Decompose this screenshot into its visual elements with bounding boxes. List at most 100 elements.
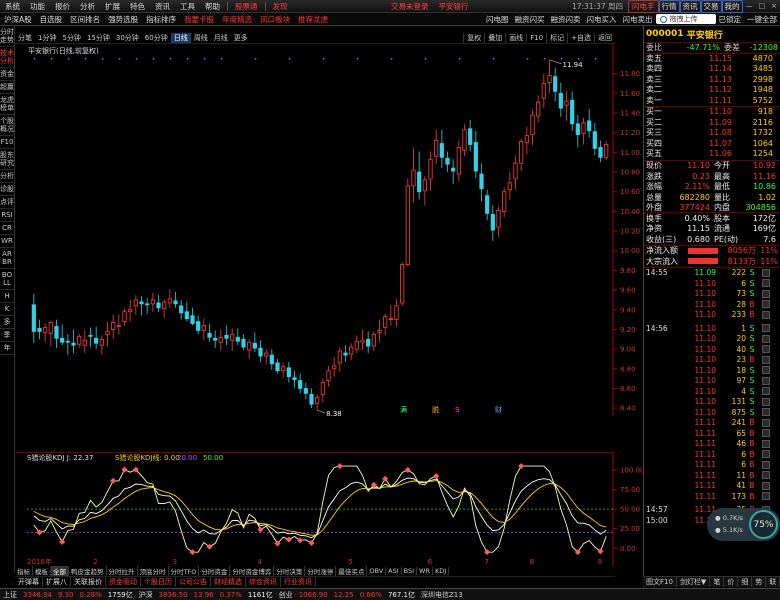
sells-row-3[interactable]: 卖二 11.12 1948: [644, 85, 780, 96]
indicator-tab-12[interactable]: OBV: [367, 567, 387, 575]
buys-row-4[interactable]: 买五 11.06 1254: [644, 149, 780, 160]
quote-tab-3[interactable]: 价: [724, 577, 739, 587]
nav-range-rank[interactable]: 区间排名: [66, 14, 104, 25]
quote-tab-4[interactable]: 细: [738, 577, 753, 587]
menu-news[interactable]: 资讯: [150, 1, 175, 12]
period-tab-4[interactable]: 30分钟: [113, 33, 142, 43]
menu-feature[interactable]: 特色: [125, 1, 150, 12]
menu-extend[interactable]: 扩展: [100, 1, 125, 12]
info-tab-4[interactable]: 个股日历: [141, 577, 176, 587]
nav-watchlist[interactable]: 自选股: [36, 14, 67, 25]
left-tab-2[interactable]: 资金: [0, 68, 14, 81]
indicator-tab-3[interactable]: 鸭皮金趋势: [69, 566, 107, 576]
toolbar-right-1[interactable]: 叠加: [484, 33, 505, 43]
sells-row-1[interactable]: 卖四 11.14 3485: [644, 64, 780, 75]
toolbar-right-5[interactable]: +自选: [567, 33, 594, 43]
tab-trade[interactable]: 交易: [700, 0, 722, 13]
indicator-tab-7[interactable]: 分时资金: [199, 566, 231, 576]
nav-indicator-sort[interactable]: 指标排序: [142, 14, 180, 25]
sells-row-0[interactable]: 卖五 11.15 4870: [644, 54, 780, 65]
indicator-tab-0[interactable]: 指标: [15, 566, 33, 576]
sells-row-2[interactable]: 卖三 11.13 2998: [644, 75, 780, 86]
nav-flash-buy[interactable]: 闪电买入: [584, 14, 620, 25]
period-tab-5[interactable]: 60分钟: [142, 33, 171, 43]
left-tab-12[interactable]: CR: [0, 222, 14, 235]
left-tab-4[interactable]: 龙虎榜单: [0, 94, 14, 115]
close-icon[interactable]: ×: [768, 2, 780, 10]
nav-flash-chart[interactable]: 闪电图: [483, 14, 512, 25]
indicator-tab-10[interactable]: 分时涨停: [305, 566, 337, 576]
indicator-tab-1[interactable]: 模板: [33, 566, 51, 576]
toolbar-right-4[interactable]: 标记: [546, 33, 567, 43]
info-tab-5[interactable]: 公司公告: [176, 577, 211, 587]
maximize-icon[interactable]: □: [756, 2, 769, 10]
left-tab-8[interactable]: 分析: [0, 170, 14, 183]
buys-row-1[interactable]: 买二 11.09 2116: [644, 118, 780, 129]
nav-locked[interactable]: 已锁定: [716, 14, 745, 25]
info-tab-0[interactable]: 开弹幕: [15, 577, 43, 587]
nav-hot-2[interactable]: 年度精选: [218, 14, 256, 25]
nav-one-key[interactable]: 一键全部: [744, 14, 780, 25]
left-tab-15[interactable]: BOLL: [0, 269, 14, 290]
left-tab-17[interactable]: K: [0, 303, 14, 316]
indicator-tab-9[interactable]: 分时决策: [274, 566, 306, 576]
info-tab-1[interactable]: 扩展八: [43, 577, 71, 587]
quote-tab-6[interactable]: 联: [766, 577, 780, 587]
flash-hand-button[interactable]: 闪电手: [628, 0, 659, 13]
quote-tab-2[interactable]: 笔: [710, 577, 725, 587]
nav-hot-3[interactable]: 风口板块: [256, 14, 294, 25]
menu-system[interactable]: 系统: [0, 1, 25, 12]
nav-margin-sell[interactable]: 融资闪卖: [548, 14, 584, 25]
info-tab-3[interactable]: 资金驱动: [106, 577, 141, 587]
menu-stock-pass[interactable]: 股票通: [230, 1, 263, 12]
left-tab-13[interactable]: WR: [0, 235, 14, 248]
indicator-tab-5[interactable]: 顶底分时: [138, 566, 169, 576]
nav-hot-4[interactable]: 推荐龙虎: [294, 14, 332, 25]
quote-tab-5[interactable]: 势: [752, 577, 767, 587]
menu-quote[interactable]: 报价: [50, 1, 75, 12]
left-tab-9[interactable]: 诊股: [0, 183, 14, 196]
indicator-tab-16[interactable]: KDJ: [433, 567, 450, 575]
tick-list[interactable]: 14:55 11.09 222 S 11.10 6 S 11.10 73 S 11.10 28 B 11.…: [644, 266, 780, 526]
left-tab-6[interactable]: F10: [0, 136, 14, 149]
trade-login-status[interactable]: 交易未登录: [386, 1, 434, 12]
left-tab-7[interactable]: 股东研究: [0, 149, 14, 170]
indicator-tab-2[interactable]: 全部: [51, 566, 69, 576]
menu-help[interactable]: 帮助: [200, 1, 225, 12]
left-tab-11[interactable]: RSI: [0, 209, 14, 222]
info-tab-8[interactable]: 行业资讯: [281, 577, 316, 587]
toolbar-right-2[interactable]: 画线: [505, 33, 526, 43]
period-tab-9[interactable]: 更多: [231, 33, 251, 43]
server-name[interactable]: 深圳电信Z13: [418, 590, 466, 600]
left-tab-18[interactable]: 多: [0, 316, 14, 329]
minimize-icon[interactable]: —: [743, 2, 756, 10]
left-tab-14[interactable]: ARBR: [0, 248, 14, 269]
network-speed-widget[interactable]: ● 0.7K/s ● 5.1K/s 75%: [707, 508, 780, 541]
left-tab-19[interactable]: 季: [0, 329, 14, 342]
sells-row-4[interactable]: 卖一 11.11 5752: [644, 96, 780, 107]
buys-row-0[interactable]: 买一 11.10 918: [644, 107, 780, 118]
left-tab-3[interactable]: 超赢: [0, 81, 14, 94]
search-input[interactable]: 拖拽上传: [655, 14, 716, 24]
left-tab-20[interactable]: 年: [0, 342, 14, 355]
indicator-tab-4[interactable]: 分时拉升: [107, 566, 138, 576]
left-tab-16[interactable]: H: [0, 290, 14, 303]
quote-tab-0[interactable]: 图文F10: [643, 577, 677, 587]
period-tab-3[interactable]: 15分钟: [84, 33, 113, 43]
menu-discover[interactable]: 发现: [268, 1, 293, 12]
indicator-tab-13[interactable]: ASI: [386, 567, 402, 575]
left-tab-0[interactable]: 分时走势: [0, 26, 14, 47]
nav-hot-1[interactable]: 我要卡股: [180, 14, 218, 25]
menu-function[interactable]: 功能: [25, 1, 50, 12]
candlestick-chart[interactable]: 8.40 8.60 8.80 9.00 9.20 9.40 9.60 9.80 10.00 10.…: [15, 44, 643, 416]
toolbar-right-6[interactable]: 返回: [594, 33, 615, 43]
tab-mine[interactable]: 我的: [721, 0, 743, 13]
indicator-tab-14[interactable]: BSI: [402, 567, 418, 575]
period-tab-7[interactable]: 周线: [191, 33, 211, 43]
period-tab-2[interactable]: 5分钟: [59, 33, 83, 43]
info-tab-6[interactable]: 财经精选: [211, 577, 246, 587]
left-tab-10[interactable]: 点评: [0, 196, 14, 209]
indicator-tab-8[interactable]: 分时资金博弈: [230, 566, 275, 576]
menu-tools[interactable]: 工具: [175, 1, 200, 12]
toolbar-right-0[interactable]: 复权: [463, 33, 484, 43]
